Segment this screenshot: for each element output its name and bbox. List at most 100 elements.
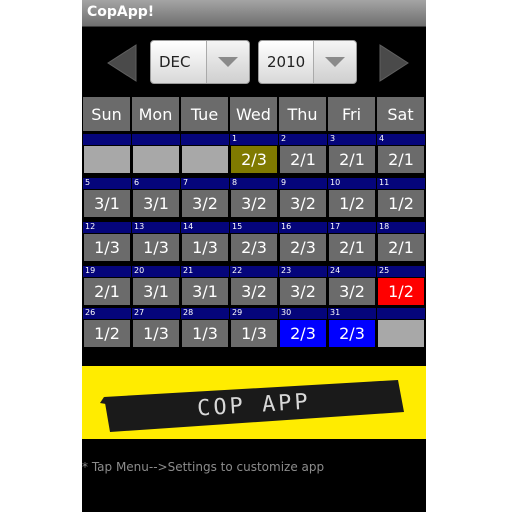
calendar-day[interactable]: 24 3/2 [328, 266, 376, 305]
calendar-day[interactable]: 21 3/1 [181, 266, 229, 305]
day-number: 16 [281, 222, 292, 231]
day-rotation-value: 1/2 [329, 190, 375, 217]
day-rotation-value: 3/2 [231, 190, 277, 217]
calendar-day[interactable]: 25 1/2 [377, 266, 425, 305]
day-number: 4 [379, 134, 385, 143]
calendar-day[interactable]: 19 2/1 [83, 266, 131, 305]
calendar-day[interactable]: 7 3/2 [181, 178, 229, 217]
day-number: 10 [330, 178, 341, 187]
day-number: 23 [281, 266, 292, 275]
day-rotation-value: 3/1 [84, 190, 130, 217]
calendar-day[interactable]: 20 3/1 [132, 266, 180, 305]
calendar-day[interactable]: 18 2/1 [377, 222, 425, 261]
day-rotation-value: 2/1 [280, 146, 326, 173]
day-rotation-value [84, 146, 130, 173]
calendar-day [83, 134, 131, 173]
day-rotation-value: 2/3 [329, 320, 375, 347]
calendar-day[interactable]: 31 2/3 [328, 308, 376, 347]
day-number: 25 [379, 266, 390, 275]
calendar-day[interactable]: 2 2/1 [279, 134, 327, 173]
next-month-button[interactable] [370, 38, 420, 88]
day-rotation-value: 1/3 [182, 234, 228, 261]
day-number: 12 [85, 222, 96, 231]
day-rotation-value: 1/3 [231, 320, 277, 347]
day-rotation-value: 3/1 [182, 278, 228, 305]
calendar-day[interactable]: 3 2/1 [328, 134, 376, 173]
calendar-day[interactable]: 9 3/2 [279, 178, 327, 217]
prev-month-button[interactable] [96, 38, 146, 88]
app-title: CopApp! [87, 4, 155, 20]
day-rotation-value: 3/1 [133, 190, 179, 217]
day-rotation-value: 3/2 [182, 190, 228, 217]
day-rotation-value: 2/1 [378, 146, 424, 173]
calendar-day[interactable]: 4 2/1 [377, 134, 425, 173]
day-number: 1 [232, 134, 238, 143]
day-number: 24 [330, 266, 341, 275]
day-rotation-value: 3/2 [231, 278, 277, 305]
day-number: 14 [183, 222, 194, 231]
calendar-day[interactable]: 14 1/3 [181, 222, 229, 261]
day-rotation-value [378, 320, 424, 347]
weekday-thu: Thu [279, 97, 326, 131]
day-rotation-value: 3/2 [280, 190, 326, 217]
day-number: 17 [330, 222, 341, 231]
day-rotation-value: 1/2 [378, 190, 424, 217]
day-rotation-value: 3/2 [329, 278, 375, 305]
day-number: 3 [330, 134, 336, 143]
year-dropdown[interactable]: 2010 [258, 40, 357, 84]
day-number: 21 [183, 266, 194, 275]
calendar-day[interactable]: 29 1/3 [230, 308, 278, 347]
day-number: 22 [232, 266, 243, 275]
calendar-day[interactable]: 28 1/3 [181, 308, 229, 347]
calendar-day[interactable]: 12 1/3 [83, 222, 131, 261]
calendar-day[interactable]: 22 3/2 [230, 266, 278, 305]
day-rotation-value: 2/3 [231, 146, 277, 173]
calendar-day[interactable]: 17 2/1 [328, 222, 376, 261]
day-rotation-value: 2/3 [231, 234, 277, 261]
month-dropdown-button[interactable] [206, 41, 249, 83]
calendar-day[interactable]: 16 2/3 [279, 222, 327, 261]
day-rotation-value: 2/1 [378, 234, 424, 261]
calendar-day[interactable]: 6 3/1 [132, 178, 180, 217]
left-arrow-icon [107, 44, 137, 82]
calendar-day[interactable]: 13 1/3 [132, 222, 180, 261]
banner-graphic: COP APP [100, 380, 404, 432]
calendar-day[interactable]: 1 2/3 [230, 134, 278, 173]
right-arrow-icon [379, 44, 409, 82]
day-number: 8 [232, 178, 238, 187]
date-strip [377, 134, 425, 145]
chevron-down-icon [218, 57, 238, 67]
cop-app-banner[interactable]: COP APP [82, 366, 426, 439]
weekday-mon: Mon [132, 97, 179, 131]
day-number: 27 [134, 308, 145, 317]
calendar-day[interactable]: 8 3/2 [230, 178, 278, 217]
calendar-day[interactable]: 26 1/2 [83, 308, 131, 347]
day-number: 30 [281, 308, 292, 317]
year-dropdown-button[interactable] [313, 41, 356, 83]
day-number: 13 [134, 222, 145, 231]
calendar-day[interactable]: 30 2/3 [279, 308, 327, 347]
date-strip [132, 134, 180, 145]
day-number: 7 [183, 178, 189, 187]
year-value: 2010 [267, 53, 306, 71]
day-number: 18 [379, 222, 390, 231]
calendar-day[interactable]: 15 2/3 [230, 222, 278, 261]
calendar-day[interactable]: 10 1/2 [328, 178, 376, 217]
day-rotation-value: 3/2 [280, 278, 326, 305]
calendar-day[interactable]: 5 3/1 [83, 178, 131, 217]
calendar-day [181, 134, 229, 173]
date-strip [377, 308, 425, 319]
calendar-day[interactable]: 11 1/2 [377, 178, 425, 217]
day-rotation-value: 1/3 [84, 234, 130, 261]
calendar-day[interactable]: 27 1/3 [132, 308, 180, 347]
month-dropdown[interactable]: DEC [150, 40, 250, 84]
date-strip [230, 134, 278, 145]
calendar-day [377, 308, 425, 347]
date-strip [230, 178, 278, 189]
date-strip [132, 178, 180, 189]
date-strip [181, 134, 229, 145]
day-number: 11 [379, 178, 390, 187]
day-rotation-value: 2/1 [329, 146, 375, 173]
calendar-day[interactable]: 23 3/2 [279, 266, 327, 305]
day-number: 9 [281, 178, 287, 187]
